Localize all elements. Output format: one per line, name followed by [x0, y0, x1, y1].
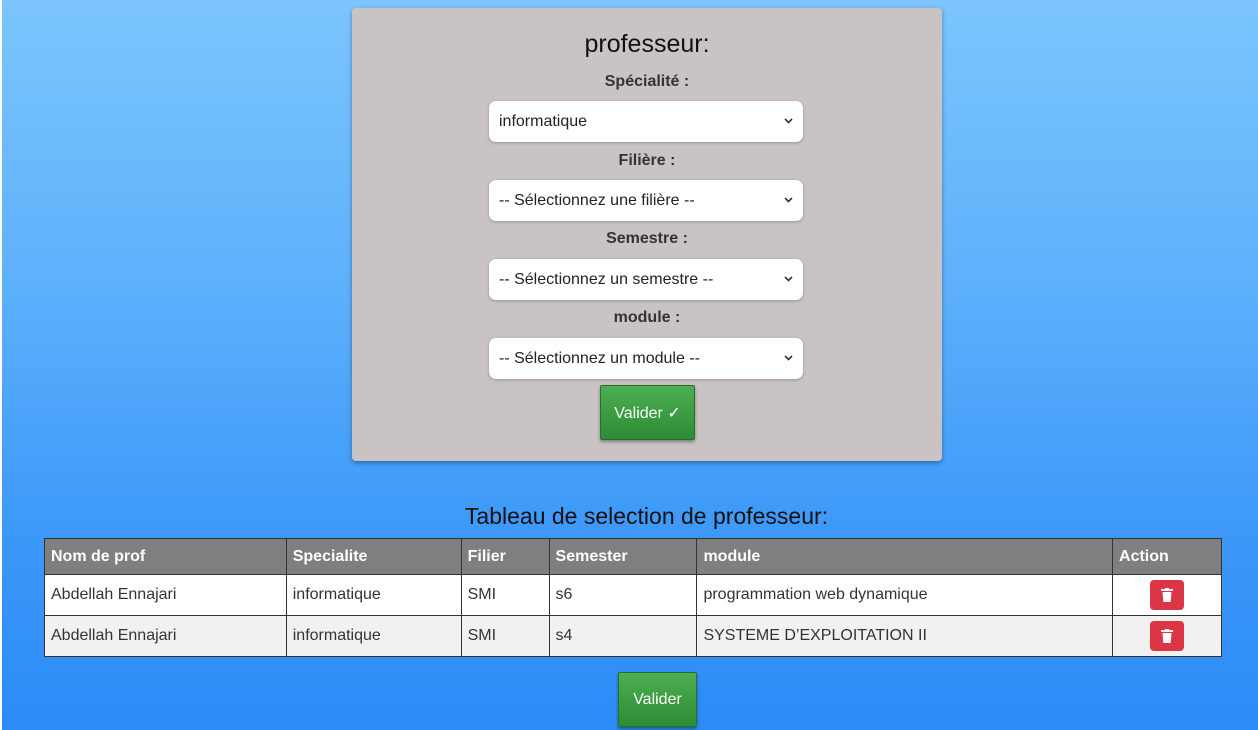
module-select[interactable]: -- Sélectionnez un module --	[489, 338, 803, 379]
page-edge	[0, 0, 2, 730]
filiere-label: Filière :	[618, 152, 676, 169]
semestre-select-value: -- Sélectionnez un semestre --	[499, 270, 714, 288]
cell-specialite: informatique	[285, 615, 462, 657]
table-header-row: Nom de prof Specialite Filier Semester m…	[44, 538, 1222, 575]
cell-semester: s4	[548, 615, 698, 657]
delete-button[interactable]	[1150, 621, 1184, 651]
cell-nom: Abdellah Ennajari	[44, 574, 287, 616]
professor-table: Nom de prof Specialite Filier Semester m…	[44, 538, 1222, 657]
header-specialite: Specialite	[285, 538, 462, 575]
cell-module: SYSTEME D’EXPLOITATION II	[696, 615, 1114, 657]
table-title: Tableau de selection de professeur:	[464, 503, 829, 529]
table-row: Abdellah Ennajari informatique SMI s6 pr…	[44, 574, 1222, 616]
professor-form-card: professeur: Spécialité : informatique Fi…	[352, 8, 942, 461]
specialite-select[interactable]: informatique	[489, 101, 803, 142]
submit-button[interactable]: Valider ✓	[600, 385, 695, 440]
module-select-value: -- Sélectionnez un module --	[499, 349, 700, 367]
header-filier: Filier	[460, 538, 550, 575]
cell-filier: SMI	[460, 574, 550, 616]
semestre-label: Semestre :	[606, 230, 688, 247]
chevron-down-icon	[784, 195, 793, 206]
trash-icon	[1161, 629, 1173, 643]
cell-action	[1112, 574, 1222, 616]
cell-filier: SMI	[460, 615, 550, 657]
specialite-select-value: informatique	[499, 112, 588, 130]
table-row: Abdellah Ennajari informatique SMI s4 SY…	[44, 615, 1222, 657]
chevron-down-icon	[784, 353, 793, 364]
delete-button[interactable]	[1150, 580, 1184, 610]
trash-icon	[1161, 588, 1173, 602]
header-module: module	[696, 538, 1114, 575]
cell-action	[1112, 615, 1222, 657]
header-action: Action	[1112, 538, 1222, 575]
cell-semester: s6	[548, 574, 698, 616]
header-nom-de-prof: Nom de prof	[44, 538, 287, 575]
cell-specialite: informatique	[285, 574, 462, 616]
cell-nom: Abdellah Ennajari	[44, 615, 287, 657]
header-semester: Semester	[548, 538, 698, 575]
validate-button[interactable]: Valider	[618, 672, 697, 727]
filiere-select[interactable]: -- Sélectionnez une filière --	[489, 180, 803, 221]
filiere-select-value: -- Sélectionnez une filière --	[499, 191, 695, 209]
chevron-down-icon	[784, 274, 793, 285]
form-title: professeur:	[584, 30, 710, 58]
specialite-label: Spécialité :	[604, 73, 690, 90]
chevron-down-icon	[784, 116, 793, 127]
semestre-select[interactable]: -- Sélectionnez un semestre --	[489, 259, 803, 300]
module-label: module :	[613, 309, 681, 326]
cell-module: programmation web dynamique	[696, 574, 1114, 616]
